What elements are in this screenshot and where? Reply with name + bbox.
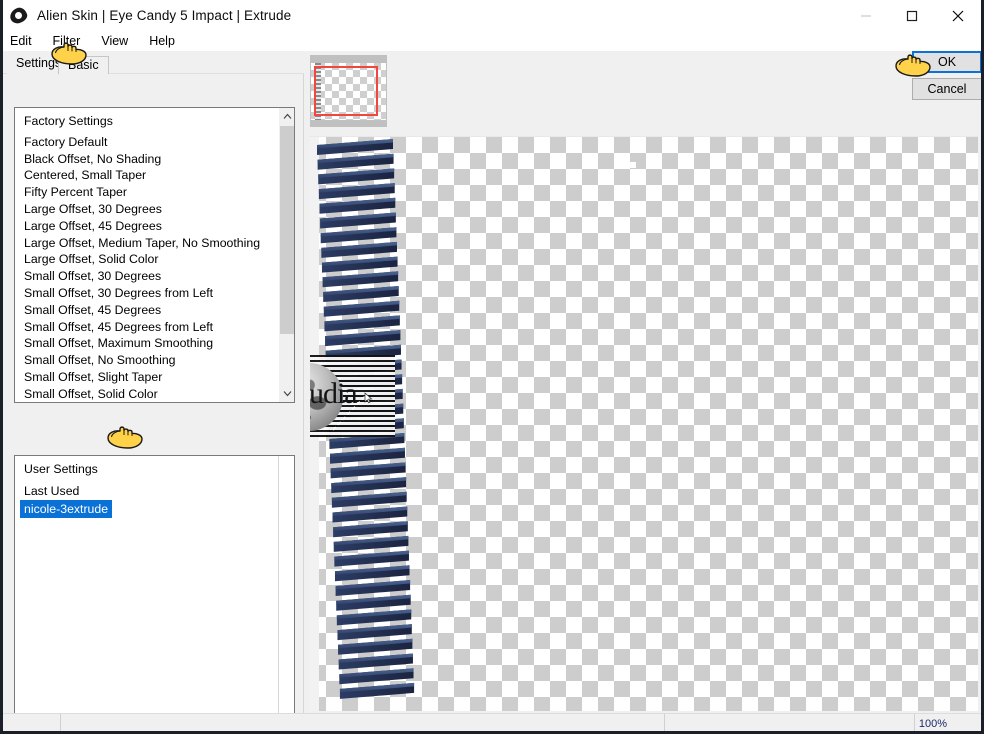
list-item[interactable]: Fifty Percent Taper bbox=[24, 184, 280, 201]
preview-area: Preview Background: None bbox=[304, 51, 981, 713]
settings-panel-body: Factory Settings Factory Default Black O… bbox=[3, 74, 304, 731]
window-title: Alien Skin | Eye Candy 5 Impact | Extrud… bbox=[37, 8, 292, 23]
menu-item-help[interactable]: Help bbox=[149, 34, 175, 48]
extruded-blue-stack bbox=[315, 137, 415, 705]
list-item[interactable]: Factory Default bbox=[24, 134, 280, 151]
tab-basic[interactable]: Basic bbox=[58, 56, 109, 75]
menu-item-view[interactable]: View bbox=[101, 34, 128, 48]
menu-item-filter[interactable]: Filter bbox=[53, 34, 81, 48]
status-cell-2 bbox=[61, 714, 665, 731]
list-item[interactable]: Black Offset, No Shading bbox=[24, 151, 280, 168]
close-button[interactable] bbox=[935, 0, 981, 31]
title-bar: Alien Skin | Eye Candy 5 Impact | Extrud… bbox=[3, 0, 981, 31]
list-item[interactable]: Last Used bbox=[24, 482, 83, 500]
preview-canvas[interactable]: claudia vision bbox=[310, 136, 978, 711]
list-item[interactable]: Small Offset, 30 Degrees from Left bbox=[24, 285, 280, 302]
minimize-button[interactable] bbox=[843, 0, 889, 31]
alien-eye-icon bbox=[8, 5, 30, 27]
user-settings-header: User Settings bbox=[24, 462, 98, 476]
window-controls bbox=[843, 0, 981, 31]
list-item[interactable]: Small Offset, Solid Color bbox=[24, 386, 280, 402]
chevron-down-icon[interactable] bbox=[279, 385, 294, 402]
list-item[interactable]: Centered, Small Taper bbox=[24, 167, 280, 184]
list-item[interactable]: Small Offset, No Smoothing bbox=[24, 352, 280, 369]
navigator-viewport-rect[interactable] bbox=[314, 66, 378, 116]
menu-bar: Edit Filter View Help bbox=[3, 31, 981, 51]
scrollbar-thumb[interactable] bbox=[280, 126, 294, 334]
menu-item-edit[interactable]: Edit bbox=[10, 34, 32, 48]
tab-strip: Settings Basic bbox=[3, 51, 304, 75]
application-window: Alien Skin | Eye Candy 5 Impact | Extrud… bbox=[0, 0, 984, 734]
factory-settings-header: Factory Settings bbox=[24, 114, 113, 128]
list-item[interactable]: Large Offset, Medium Taper, No Smoothing bbox=[24, 235, 280, 252]
divider bbox=[278, 456, 279, 731]
cancel-button[interactable]: Cancel bbox=[912, 78, 981, 100]
list-item[interactable]: Small Offset, 45 Degrees bbox=[24, 302, 280, 319]
status-cell-3 bbox=[665, 714, 915, 731]
navigator-thumbnail[interactable] bbox=[310, 55, 387, 127]
factory-list-scrollbar[interactable] bbox=[278, 108, 294, 402]
list-item[interactable]: Large Offset, 30 Degrees bbox=[24, 201, 280, 218]
chevron-up-icon[interactable] bbox=[279, 108, 294, 125]
list-item-selected[interactable]: nicole-3extrude bbox=[20, 499, 113, 518]
factory-settings-list[interactable]: Factory Settings Factory Default Black O… bbox=[14, 107, 295, 403]
status-bar: 100% bbox=[3, 713, 981, 731]
list-item[interactable]: Small Offset, Maximum Smoothing bbox=[24, 335, 280, 352]
status-cell-1 bbox=[3, 714, 61, 731]
list-item[interactable]: Large Offset, Solid Color bbox=[24, 251, 280, 268]
settings-panel: Settings Basic Factory Settings Factory … bbox=[3, 51, 304, 731]
zoom-level-indicator: 100% bbox=[918, 718, 947, 730]
list-item[interactable]: Large Offset, 45 Degrees bbox=[24, 218, 280, 235]
list-item[interactable]: Small Offset, 45 Degrees from Left bbox=[24, 319, 280, 336]
maximize-button[interactable] bbox=[889, 0, 935, 31]
user-settings-list[interactable]: User Settings Last Used nicole-3extrude bbox=[14, 455, 295, 731]
extrude-artwork-svg bbox=[317, 139, 415, 699]
list-item[interactable]: Small Offset, 30 Degrees bbox=[24, 268, 280, 285]
ok-button[interactable]: OK bbox=[912, 51, 981, 73]
list-item[interactable]: Small Offset, Slight Taper bbox=[24, 369, 280, 386]
